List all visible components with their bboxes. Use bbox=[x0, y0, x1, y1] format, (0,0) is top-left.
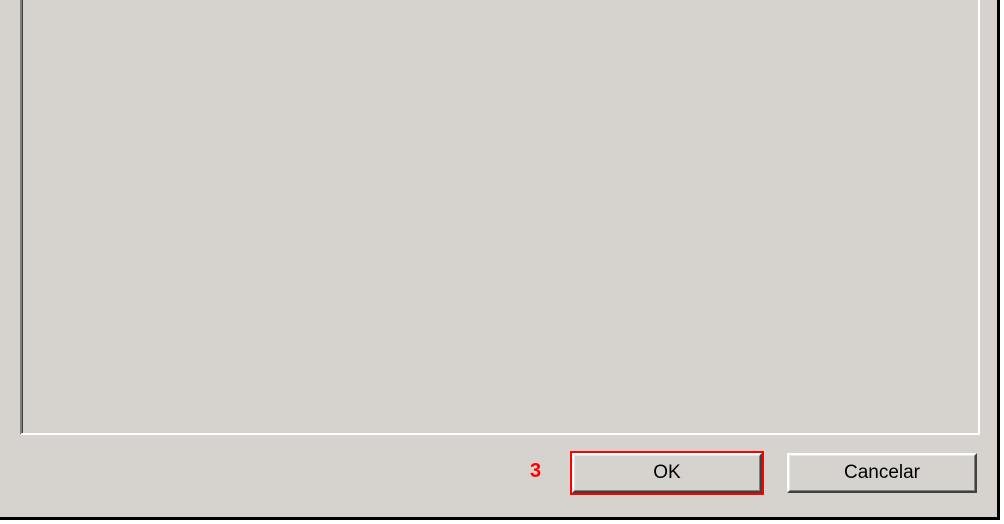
ok-button[interactable]: OK bbox=[572, 453, 762, 493]
ok-button-label: OK bbox=[574, 455, 760, 491]
content-panel bbox=[20, 0, 980, 435]
cancel-button[interactable]: Cancelar bbox=[787, 453, 977, 493]
dialog-window: 3 OK Cancelar bbox=[0, 0, 1000, 520]
annotation-number: 3 bbox=[530, 460, 541, 483]
cancel-button-label: Cancelar bbox=[789, 455, 975, 491]
